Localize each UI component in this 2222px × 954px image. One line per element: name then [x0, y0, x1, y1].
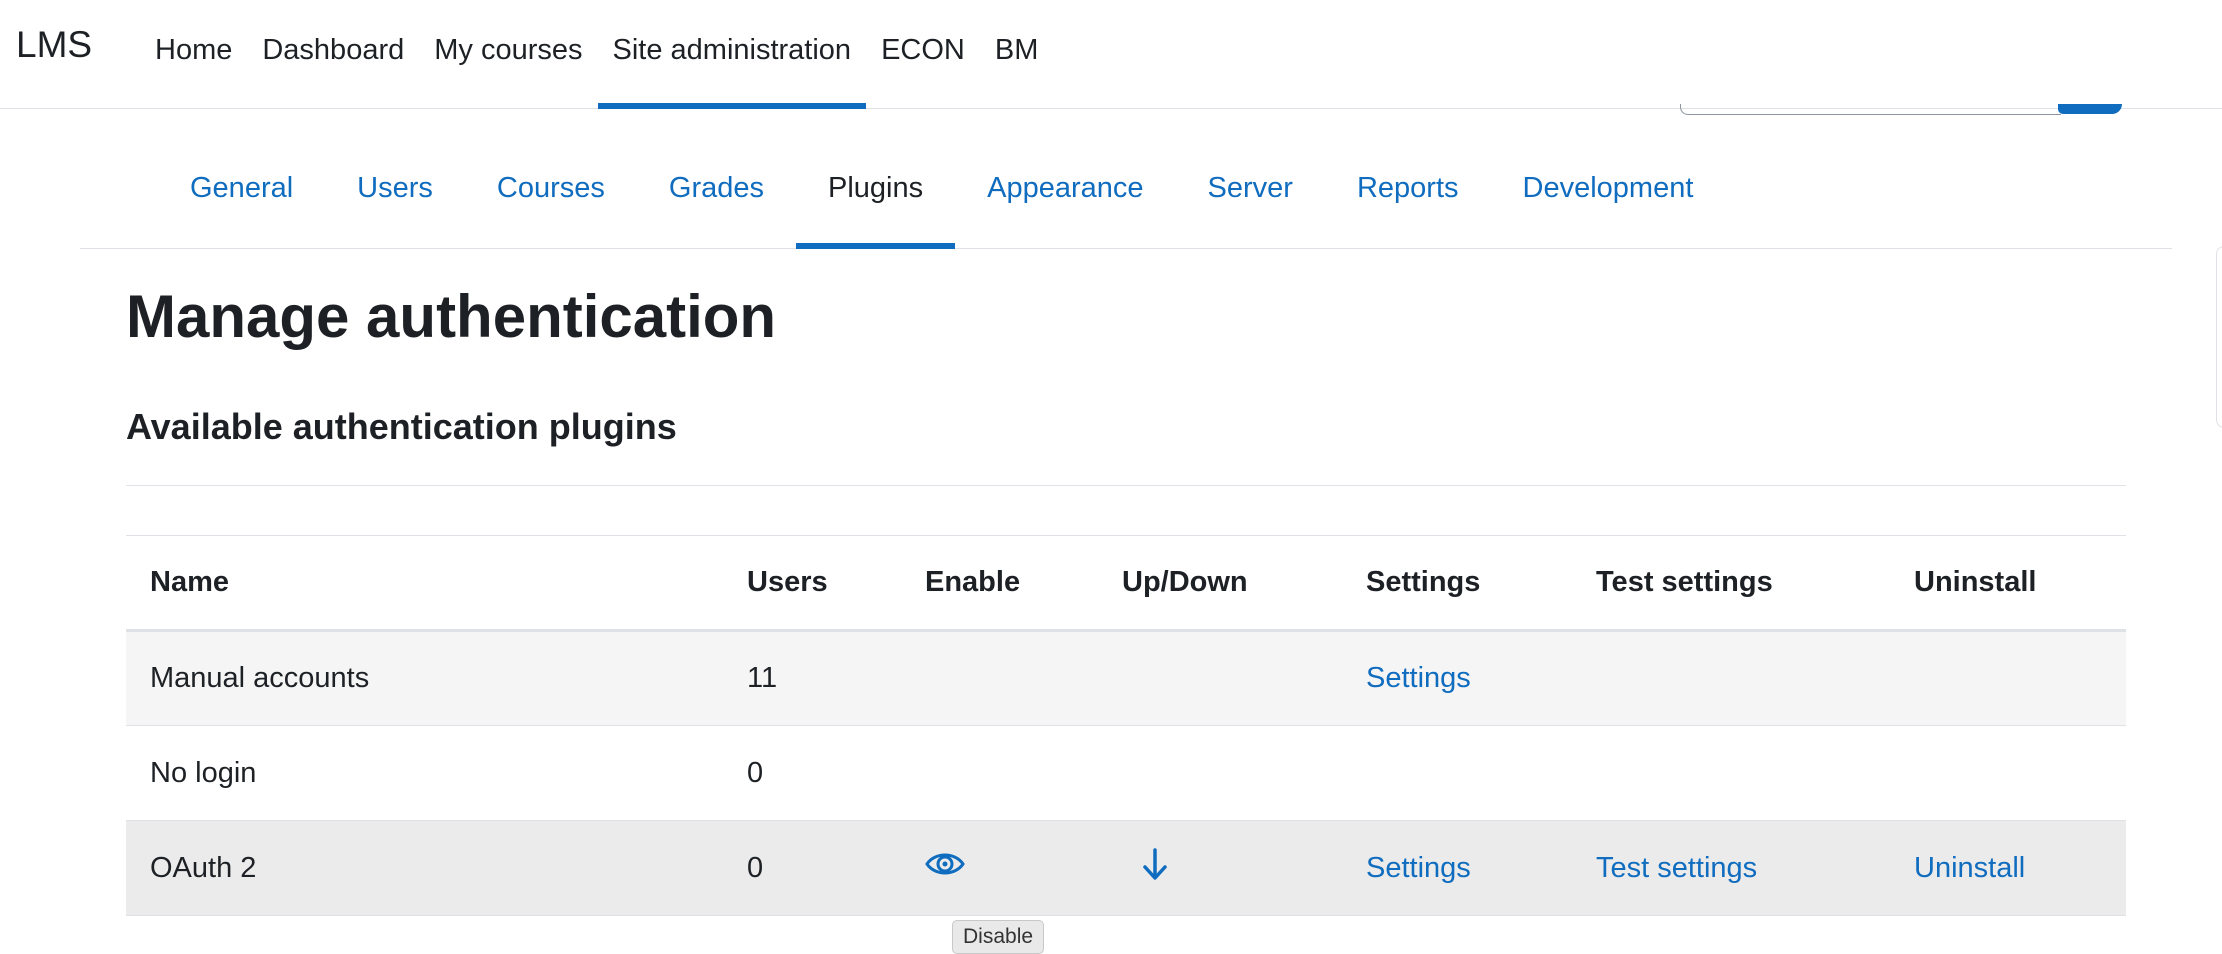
- nav-econ[interactable]: ECON: [866, 0, 980, 108]
- arrow-down-icon[interactable]: [1140, 847, 1170, 889]
- plugin-users: 0: [747, 756, 764, 789]
- header-settings: Settings: [1342, 535, 1572, 632]
- nav-my-courses[interactable]: My courses: [419, 0, 597, 108]
- section-title: Available authentication plugins: [126, 406, 677, 447]
- plugin-settings-cell: [1342, 726, 1572, 821]
- plugin-settings-cell: Settings: [1342, 631, 1572, 726]
- table-row: Manual accounts 11 Settings: [126, 630, 2126, 726]
- tab-server[interactable]: Server: [1176, 108, 1325, 248]
- header-name: Name: [126, 535, 723, 632]
- plugin-test-settings-cell: [1572, 726, 1890, 821]
- eye-icon[interactable]: [925, 849, 965, 887]
- header-uninstall: Uninstall: [1890, 535, 2126, 632]
- tab-development[interactable]: Development: [1491, 108, 1726, 248]
- tab-courses[interactable]: Courses: [465, 108, 637, 248]
- auth-plugins-table: Name Users Enable Up/Down Settings Test …: [126, 535, 2126, 916]
- nav-dashboard[interactable]: Dashboard: [247, 0, 419, 108]
- table-header-row: Name Users Enable Up/Down Settings Test …: [126, 535, 2126, 632]
- plugin-updown: [1098, 821, 1342, 916]
- tab-grades[interactable]: Grades: [637, 108, 796, 248]
- settings-link[interactable]: Settings: [1366, 662, 1471, 694]
- nav-home[interactable]: Home: [140, 0, 247, 108]
- plugin-uninstall-cell: Uninstall: [1890, 821, 2126, 916]
- plugin-uninstall-cell: [1890, 726, 2126, 821]
- tab-reports[interactable]: Reports: [1325, 108, 1491, 248]
- drawer-toggle[interactable]: [2216, 246, 2222, 428]
- plugin-users: 0: [747, 851, 764, 884]
- header-test-settings: Test settings: [1572, 535, 1890, 632]
- settings-link[interactable]: Settings: [1366, 852, 1471, 884]
- plugin-name: No login: [150, 756, 257, 789]
- primary-navigation: Home Dashboard My courses Site administr…: [140, 0, 1054, 109]
- plugin-enable: [901, 821, 1098, 916]
- tab-plugins[interactable]: Plugins: [796, 108, 956, 249]
- table-row: OAuth 2 0 Settings Test settings Uninsta…: [126, 820, 2126, 916]
- top-navbar: LMS Home Dashboard My courses Site admin…: [0, 0, 2222, 109]
- page-title: Manage authentication: [126, 283, 777, 350]
- plugin-name: Manual accounts: [150, 662, 370, 694]
- nav-bm[interactable]: BM: [980, 0, 1054, 108]
- table-row: No login 0: [126, 726, 2126, 821]
- nav-site-administration[interactable]: Site administration: [597, 0, 867, 109]
- tab-general[interactable]: General: [158, 108, 325, 248]
- plugin-name: OAuth 2: [150, 851, 257, 884]
- plugin-enable: [901, 631, 1098, 726]
- secondary-navigation: General Users Courses Grades Plugins App…: [80, 108, 2172, 249]
- plugin-test-settings-cell: Test settings: [1572, 821, 1890, 916]
- plugin-enable: [901, 726, 1098, 821]
- plugin-test-settings-cell: [1572, 631, 1890, 726]
- site-brand[interactable]: LMS: [16, 24, 92, 66]
- plugin-settings-cell: Settings: [1342, 821, 1572, 916]
- plugin-users: 11: [747, 662, 778, 694]
- header-enable: Enable: [901, 535, 1098, 632]
- test-settings-link[interactable]: Test settings: [1596, 852, 1757, 884]
- disable-tooltip: Disable: [952, 920, 1045, 954]
- plugin-updown: [1098, 631, 1342, 726]
- tab-users[interactable]: Users: [325, 108, 465, 248]
- tab-appearance[interactable]: Appearance: [955, 108, 1175, 248]
- uninstall-link[interactable]: Uninstall: [1914, 852, 2025, 884]
- header-users: Users: [723, 535, 901, 632]
- plugin-uninstall-cell: [1890, 631, 2126, 726]
- section-divider: [126, 485, 2126, 486]
- header-updown: Up/Down: [1098, 535, 1342, 632]
- plugin-updown: [1098, 726, 1342, 821]
